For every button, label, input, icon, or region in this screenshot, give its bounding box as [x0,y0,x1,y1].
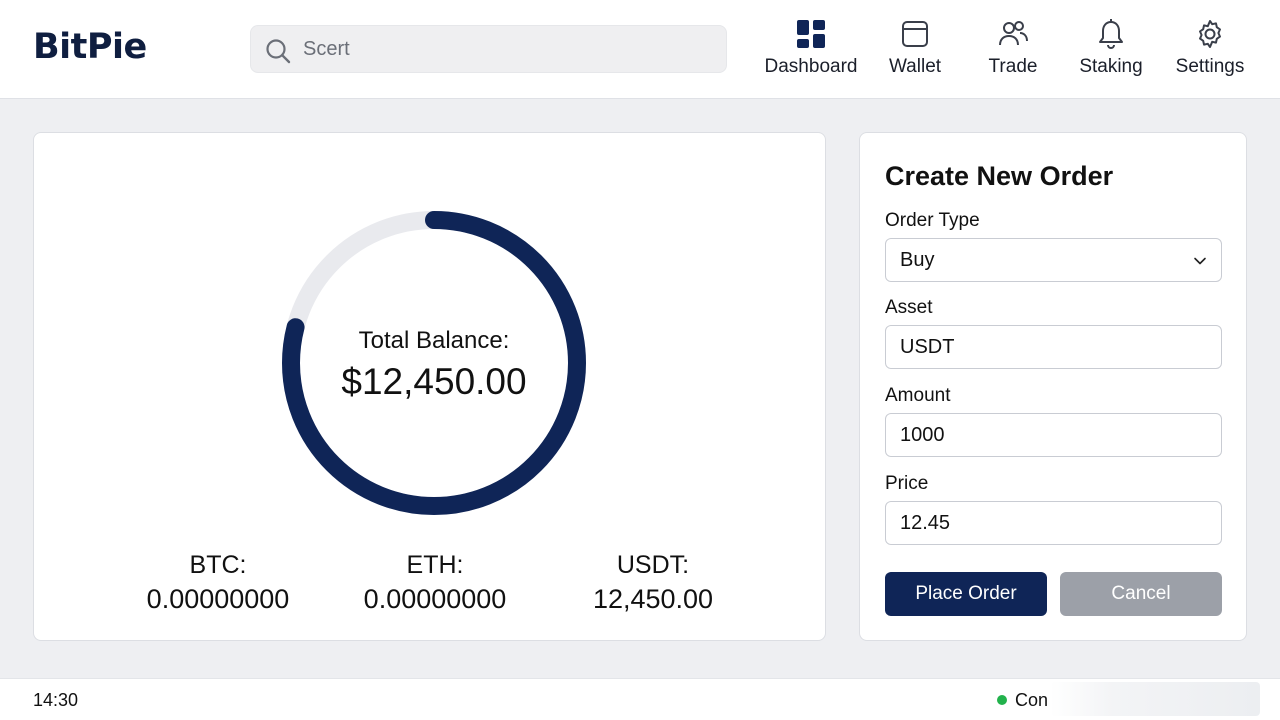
asset-field[interactable]: USDT [885,325,1222,369]
connection-status: Con [997,690,1048,711]
chevron-down-icon [1194,257,1206,265]
total-balance-label: Total Balance: [358,327,510,354]
total-balance: Total Balance: $12,450.00 [278,327,590,403]
asset-usdt-label: USDT: [616,551,690,579]
asset-btc: BTC: 0.00000000 [118,551,318,615]
amount-field-value: 1000 [900,424,945,446]
asset-eth-value: 0.00000000 [363,584,507,614]
nav-dashboard-label: Dashboard [764,56,858,77]
users-icon [999,21,1028,46]
gear-icon [1199,20,1221,48]
search-icon [266,39,291,64]
asset-field-value: USDT [900,336,955,358]
search-bar[interactable] [250,25,727,73]
balance-card: Total Balance: $12,450.00 BTC: 0.0000000… [33,132,826,641]
clock: 14:30 [33,690,79,710]
nav-settings-label: Settings [1175,56,1245,77]
nav-staking-label: Staking [1079,56,1143,77]
nav-staking[interactable]: Staking [1063,18,1159,84]
asset-btc-label: BTC: [189,551,247,579]
cancel-button[interactable]: Cancel [1060,572,1222,616]
asset-eth-label: ETH: [406,551,464,579]
nav-wallet[interactable]: Wallet [867,18,963,84]
price-field-value: 12.45 [900,512,951,534]
amount-field[interactable]: 1000 [885,413,1222,457]
asset-label: Asset [885,297,933,318]
connection-status-text: Con [1015,690,1049,710]
top-bar: BitPie Dashboard Wallet Trade [0,0,1280,99]
dashboard-icon [797,20,825,48]
price-field[interactable]: 12.45 [885,501,1222,545]
asset-btc-value: 0.00000000 [146,584,290,614]
asset-usdt: USDT: 12,450.00 [553,551,753,615]
nav-dashboard[interactable]: Dashboard [763,18,859,84]
asset-usdt-value: 12,450.00 [592,584,714,614]
nav-settings[interactable]: Settings [1162,18,1258,84]
asset-eth: ETH: 0.00000000 [335,551,535,615]
create-order-card: Create New Order Order Type Buy Asset US… [859,132,1247,641]
amount-label: Amount [885,385,951,406]
connection-dot-icon [997,695,1007,705]
nav-trade[interactable]: Trade [965,18,1061,84]
nav-trade-label: Trade [988,56,1038,77]
order-title: Create New Order [885,161,1114,191]
search-input[interactable] [303,26,713,72]
total-balance-value: $12,450.00 [341,361,527,402]
app-logo[interactable]: BitPie [33,27,147,67]
order-type-value: Buy [900,249,935,271]
price-label: Price [885,473,929,494]
place-order-button[interactable]: Place Order [885,572,1047,616]
order-type-select[interactable]: Buy [885,238,1222,282]
bell-icon [1099,19,1123,50]
blurred-region [1050,682,1260,716]
order-type-label: Order Type [885,210,980,231]
wallet-icon [902,21,928,47]
nav-wallet-label: Wallet [888,56,942,77]
